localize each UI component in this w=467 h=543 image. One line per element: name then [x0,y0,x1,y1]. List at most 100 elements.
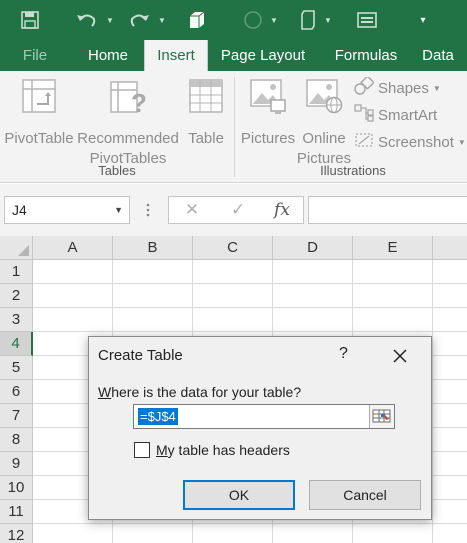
name-box-dropdown-icon[interactable]: ▼ [114,197,123,223]
tab-insert[interactable]: Insert [144,40,208,71]
save-icon[interactable] [14,0,46,40]
formula-input[interactable] [308,196,467,224]
row-header-8[interactable]: 8 [0,428,33,452]
ribbon: PivotTable ? Recommended PivotTables Tab… [0,71,467,183]
gridline [33,523,467,524]
shapes-button[interactable]: Shapes ▼ [354,75,441,99]
tab-home[interactable]: Home [76,40,140,71]
pivottable-button[interactable]: PivotTable [4,78,74,149]
svg-text:?: ? [131,88,147,114]
row-header-6[interactable]: 6 [0,380,33,404]
shapes-dropdown-icon: ▼ [432,83,441,93]
pictures-label: Pictures [240,130,296,147]
formula-bar-grip-icon[interactable] [144,202,152,218]
3d-box-icon[interactable] [184,0,210,40]
circle-icon[interactable] [240,0,266,40]
pictures-button[interactable]: Pictures [240,78,296,149]
gridline [33,283,467,284]
column-header-c[interactable]: C [193,236,273,260]
customize-icon[interactable]: ▾ [414,0,432,40]
row-header-10[interactable]: 10 [0,476,33,500]
headers-checkbox[interactable] [134,442,150,458]
name-box-value: J4 [12,202,27,218]
dialog-title: Create Table [98,347,183,364]
help-button[interactable]: ? [339,345,348,363]
formula-buttons: ✕ ✓ fx [168,196,304,224]
enter-formula-icon[interactable]: ✓ [223,197,253,223]
row-header-1[interactable]: 1 [0,260,33,284]
checkbox-access-key: M [156,442,168,458]
name-box[interactable]: J4 ▼ [4,196,130,224]
column-header-a[interactable]: A [33,236,113,260]
row-header-3[interactable]: 3 [0,308,33,332]
screenshot-dropdown-icon: ▼ [457,137,466,147]
select-all-corner[interactable] [0,236,33,260]
headers-checkbox-label[interactable]: My table has headers [156,442,290,458]
data-range-prompt: Where is the data for your table? [98,384,301,400]
tab-page-layout[interactable]: Page Layout [214,40,312,71]
prompt-text: here is the data for your table? [111,384,302,400]
redo-icon[interactable] [124,0,154,40]
shapes-label: Shapes [378,79,429,97]
shapes-icon [354,75,375,99]
ribbon-tabs: File Home Insert Page Layout Formulas Da… [0,40,467,71]
row-header-4[interactable]: 4 [0,332,33,356]
checkbox-label-text: y table has headers [167,442,290,458]
online-pictures-button[interactable]: Online Pictures [296,78,352,169]
recommended-pivottables-icon: ? [109,78,147,118]
smartart-label: SmartArt [378,106,438,124]
pictures-icon [249,78,287,114]
table-label: Table [188,130,224,147]
tab-data[interactable]: Data [416,40,460,71]
gridline [432,260,433,543]
cancel-button[interactable]: Cancel [309,480,421,510]
screenshot-button[interactable]: Screenshot ▼ [354,131,466,153]
row-header-11[interactable]: 11 [0,500,33,524]
group-separator [234,77,235,177]
cancel-formula-icon[interactable]: ✕ [177,197,207,223]
data-range-input[interactable]: =$J$4 [133,404,395,429]
column-header-e[interactable]: E [353,236,433,260]
undo-dropdown-icon[interactable]: ▼ [104,0,116,40]
online-pictures-label-1: Online [302,130,346,147]
column-header-f[interactable] [433,236,467,260]
row-header-9[interactable]: 9 [0,452,33,476]
row-header-5[interactable]: 5 [0,356,33,380]
table-icon [188,78,224,114]
column-header-b[interactable]: B [113,236,193,260]
online-pictures-icon [305,78,343,114]
table-button[interactable]: Table [184,78,228,149]
circle-dropdown-icon[interactable]: ▼ [268,0,280,40]
row-header-2[interactable]: 2 [0,284,33,308]
prompt-access-key: W [98,384,112,400]
row-header-12[interactable]: 12 [0,524,33,543]
screenshot-label: Screenshot [378,133,454,151]
screenshot-icon [354,131,374,153]
recommended-label-1: Recommended [77,130,179,147]
insert-function-icon[interactable]: fx [267,197,297,223]
tab-formulas[interactable]: Formulas [322,40,410,71]
shape-dropdown-icon[interactable]: ▼ [322,0,334,40]
tab-file[interactable]: File [0,40,70,71]
pivottable-icon [21,78,57,114]
tables-group-label: Tables [98,163,136,178]
illustrations-group-label: Illustrations [320,163,386,178]
ok-button[interactable]: OK [183,480,295,510]
undo-icon[interactable] [72,0,102,40]
redo-dropdown-icon[interactable]: ▼ [156,0,168,40]
screen-icon[interactable] [352,0,382,40]
shape-icon[interactable] [296,0,320,40]
pivottable-label: PivotTable [4,130,74,147]
gridline [33,331,467,332]
gridline [33,307,467,308]
collapse-dialog-icon[interactable] [369,405,394,428]
data-range-value: =$J$4 [138,408,178,425]
create-table-dialog: Create Table ? Where is the data for you… [88,336,432,520]
close-icon[interactable] [389,345,411,367]
formula-bar: J4 ▼ ✕ ✓ fx [0,184,467,236]
row-header-7[interactable]: 7 [0,404,33,428]
smartart-button[interactable]: SmartArt [354,104,437,126]
recommended-pivottables-button[interactable]: ? Recommended PivotTables [76,78,180,169]
smartart-icon [354,104,374,126]
column-header-d[interactable]: D [273,236,353,260]
